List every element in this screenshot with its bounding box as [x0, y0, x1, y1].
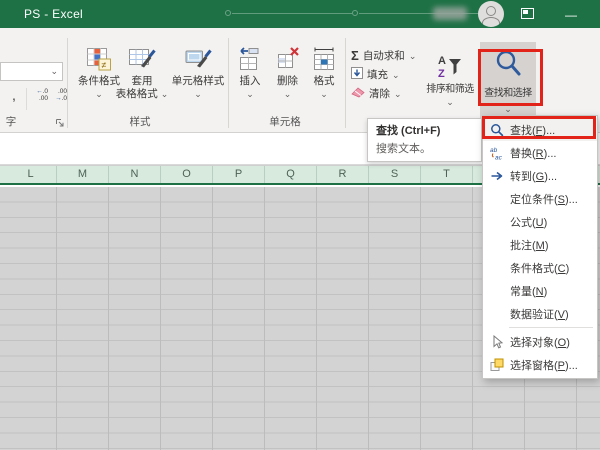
menu-item-label: 转到(G)... [510, 168, 557, 184]
menu-item-label: 批注(M) [510, 237, 549, 253]
menu-item-formulas[interactable]: 公式(U) [483, 210, 597, 233]
conditional-formatting-icon: ≠ [86, 42, 112, 75]
sort-filter-icon: A Z [437, 50, 463, 83]
user-avatar[interactable] [478, 1, 504, 27]
blank-icon [489, 192, 505, 206]
delete-cells-icon [276, 42, 300, 75]
comma-style-button[interactable]: , [4, 86, 24, 108]
svg-text:ab: ab [490, 147, 498, 154]
menu-item-label: 条件格式(C) [510, 260, 569, 276]
chevron-down-icon: ⌄ [320, 89, 328, 99]
magnifier-icon [493, 42, 523, 84]
column-header-T[interactable]: T [421, 166, 473, 183]
sigma-icon: Σ [351, 49, 359, 63]
menu-item-label: 查找(F)... [510, 122, 555, 138]
number-group-label: 字 [2, 114, 20, 129]
menu-item-conditional-formatting[interactable]: 条件格式(C) [483, 256, 597, 279]
decrease-decimal-button[interactable]: .00 →.0 [50, 88, 67, 102]
window-title: PS - Excel [24, 7, 83, 21]
user-name-blurred [433, 7, 467, 20]
dialog-launcher-icon[interactable] [55, 118, 65, 128]
menu-item-select-objects[interactable]: 选择对象(O) [483, 330, 597, 353]
chevron-down-icon: ⌄ [504, 104, 512, 114]
column-header-S[interactable]: S [369, 166, 421, 183]
column-header-N[interactable]: N [109, 166, 161, 183]
goto-icon [489, 169, 505, 183]
column-header-Q[interactable]: Q [265, 166, 317, 183]
svg-text:A: A [438, 55, 446, 67]
chevron-down-icon: ⌄ [284, 89, 292, 99]
format-as-table-icon [128, 42, 156, 75]
blank-icon [489, 238, 505, 252]
tooltip-description: 搜索文本。 [376, 142, 473, 156]
find-select-button[interactable]: 查找和选择 ⌄ [480, 42, 536, 121]
blank-icon [489, 261, 505, 275]
blank-icon [489, 215, 505, 229]
column-header-P[interactable]: P [213, 166, 265, 183]
chevron-down-icon: ⌄ [446, 97, 454, 107]
chevron-down-icon: ⌄ [392, 70, 400, 80]
menu-item-label: 公式(U) [510, 214, 547, 230]
sort-filter-button[interactable]: A Z 排序和筛选 ⌄ [421, 50, 479, 128]
blank-icon [489, 284, 505, 298]
svg-text:≠: ≠ [102, 60, 107, 70]
editing-stack: Σ 自动求和 ⌄ 填充 ⌄ [351, 46, 425, 103]
menu-item-label: 选择对象(O) [510, 334, 570, 350]
title-bar: PS - Excel — [0, 0, 600, 28]
cell-styles-icon [184, 42, 212, 75]
menu-item-comments[interactable]: 批注(M) [483, 233, 597, 256]
column-header-O[interactable]: O [161, 166, 213, 183]
chevron-down-icon: ⌄ [246, 89, 254, 99]
svg-text:ac: ac [495, 154, 503, 160]
select-objects-icon [489, 335, 505, 349]
menu-item-label: 数据验证(V) [510, 306, 569, 322]
find-icon [489, 123, 505, 137]
fill-button[interactable]: 填充 ⌄ [351, 65, 425, 84]
column-header-L[interactable]: L [5, 166, 57, 183]
cells-group-label: 单元格 [245, 114, 325, 129]
find-tooltip: 查找 (Ctrl+F) 搜索文本。 [367, 118, 482, 162]
column-header-R[interactable]: R [317, 166, 369, 183]
replace-icon: abac [489, 146, 505, 160]
chevron-down-icon: ⌄ [95, 89, 103, 99]
menu-item-goto[interactable]: 转到(G)... [483, 164, 597, 187]
menu-item-replace[interactable]: abac 替换(R)... [483, 141, 597, 164]
selection-pane-icon [489, 358, 505, 372]
menu-item-label: 定位条件(S)... [510, 191, 578, 207]
svg-text:Z: Z [438, 68, 445, 80]
excel-window: PS - Excel — ⌄ , ←.0 .00 .00 →.0 字 [0, 0, 600, 450]
menu-item-constants[interactable]: 常量(N) [483, 279, 597, 302]
maximize-button[interactable] [521, 8, 534, 19]
menu-separator [509, 327, 593, 328]
find-select-menu: 查找(F)... abac 替换(R)... 转到(G)... 定位条件(S)... 公式… [482, 115, 598, 379]
eraser-icon [351, 85, 365, 103]
menu-item-label: 常量(N) [510, 283, 547, 299]
menu-item-goto-special[interactable]: 定位条件(S)... [483, 187, 597, 210]
minimize-button[interactable]: — [565, 9, 577, 21]
tooltip-title: 查找 (Ctrl+F) [376, 124, 473, 138]
clear-button[interactable]: 清除 ⌄ [351, 84, 425, 103]
fill-icon [351, 66, 363, 84]
chevron-down-icon: ⌄ [194, 89, 202, 99]
menu-item-find[interactable]: 查找(F)... [483, 118, 597, 141]
insert-cells-icon [238, 42, 262, 75]
column-header-M[interactable]: M [57, 166, 109, 183]
chevron-down-icon: ⌄ [50, 66, 58, 76]
chevron-down-icon: ⌄ [161, 89, 169, 99]
autosum-button[interactable]: Σ 自动求和 ⌄ [351, 46, 425, 65]
format-cells-icon [311, 42, 337, 75]
increase-decimal-button[interactable]: ←.0 .00 [31, 88, 48, 102]
menu-item-selection-pane[interactable]: 选择窗格(P)... [483, 353, 597, 376]
menu-item-label: 选择窗格(P)... [510, 357, 578, 373]
menu-item-label: 替换(R)... [510, 145, 556, 161]
chevron-down-icon: ⌄ [394, 89, 402, 99]
number-format-dropdown[interactable]: ⌄ [0, 62, 63, 81]
menu-item-data-validation[interactable]: 数据验证(V) [483, 302, 597, 325]
chevron-down-icon: ⌄ [409, 51, 417, 61]
blank-icon [489, 307, 505, 321]
avatar-person-icon [486, 6, 496, 16]
styles-group-label: 样式 [100, 114, 180, 129]
